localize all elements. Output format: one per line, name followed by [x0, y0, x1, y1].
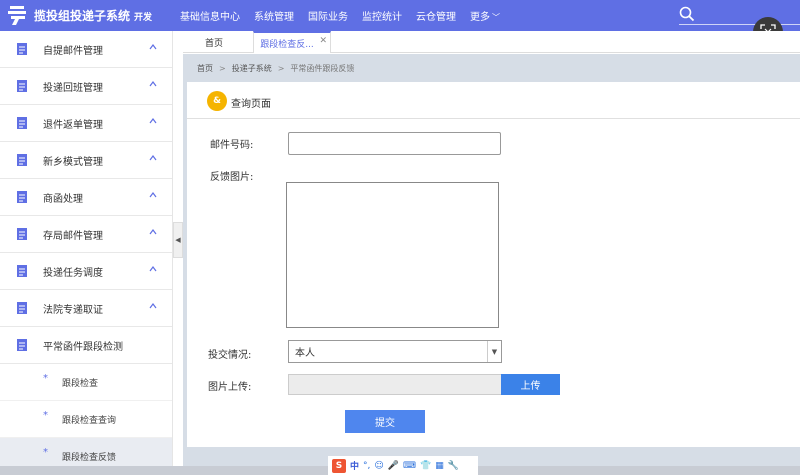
bullet-icon: *: [43, 410, 48, 421]
sidebar-item-xinxiang-mode[interactable]: 新乡模式管理: [0, 142, 172, 179]
upload-button[interactable]: 上传: [501, 374, 560, 395]
sidebar-item-label: 存局邮件管理: [43, 230, 103, 242]
sidebar-collapse-handle[interactable]: ◀: [173, 222, 183, 258]
mail-number-input[interactable]: [288, 132, 501, 155]
query-page-icon: &: [207, 91, 227, 111]
sidebar-subitem-tracking-check[interactable]: * 跟段检查: [0, 364, 172, 401]
dropdown-arrow-icon[interactable]: ▼: [487, 341, 501, 362]
breadcrumb-current: 平常函件跟段反馈: [290, 64, 355, 73]
settings-icon[interactable]: 🔧: [448, 461, 459, 471]
delivery-status-select[interactable]: 本人 ▼: [288, 340, 502, 363]
sidebar-item-label: 平常函件跟段检测: [43, 341, 123, 353]
chevron-up-icon: [149, 192, 157, 198]
ime-toolbar: S 中 °, ☺ 🎤 ⌨ 👕 ▦ 🔧: [328, 456, 478, 475]
chevron-down-icon: ﹀: [492, 13, 500, 22]
menu-item-basic-info[interactable]: 基础信息中心: [180, 8, 240, 23]
sidebar-subitem-label: 跟段检查: [62, 378, 99, 389]
sidebar-item-label: 自提邮件管理: [43, 45, 103, 57]
env-badge: 开发: [134, 13, 153, 23]
sidebar-item-label: 商函处理: [43, 193, 83, 205]
sidebar-item-delivery-return[interactable]: 投递回班管理: [0, 68, 172, 105]
sidebar-item-label: 退件返单管理: [43, 119, 103, 131]
tab-label: 跟段检查反...: [260, 39, 314, 50]
submit-button[interactable]: 提交: [345, 410, 425, 433]
ime-chinese-mode[interactable]: 中: [350, 459, 359, 472]
image-upload-label: 图片上传:: [208, 382, 252, 393]
ime-punctuation[interactable]: °,: [363, 461, 370, 471]
sidebar-item-business-letters[interactable]: 商函处理: [0, 179, 172, 216]
sidebar-item-task-dispatch[interactable]: 投递任务调度: [0, 253, 172, 290]
document-icon: [17, 265, 27, 277]
menu-item-more[interactable]: 更多 ﹀: [470, 8, 500, 23]
toolbox-icon[interactable]: ▦: [435, 461, 444, 471]
query-panel: & 查询页面 邮件号码: 反馈图片: 投交情况: 本人 ▼ 图片上传: 上传 提…: [187, 82, 800, 447]
menu-item-cloud-warehouse[interactable]: 云仓管理: [416, 8, 456, 23]
sidebar-subitem-tracking-query[interactable]: * 跟段检查查询: [0, 401, 172, 438]
sidebar-item-label: 新乡模式管理: [43, 156, 103, 168]
chevron-up-icon: [149, 81, 157, 87]
menu-item-monitor[interactable]: 监控统计: [362, 8, 402, 23]
emoji-icon[interactable]: ☺: [374, 461, 383, 471]
main-content: 首页 > 投递子系统 > 平常函件跟段反馈 & 查询页面 邮件号码: 反馈图片: 投交情…: [183, 54, 800, 475]
chevron-left-icon: ◀: [175, 236, 181, 244]
keyboard-icon[interactable]: ⌨: [403, 461, 416, 471]
chevron-up-icon: [149, 118, 157, 124]
close-icon[interactable]: ✕: [319, 36, 327, 46]
sogou-ime-icon[interactable]: S: [332, 458, 346, 473]
breadcrumb-system[interactable]: 投递子系统: [232, 64, 272, 73]
top-bar: 揽投组投递子系统 开发 基础信息中心 系统管理 国际业务 监控统计 云仓管理 更多…: [0, 0, 800, 31]
tab-home[interactable]: 首页: [183, 31, 245, 53]
document-icon: [17, 80, 27, 92]
sidebar-item-held-mail[interactable]: 存局邮件管理: [0, 216, 172, 253]
sidebar-item-returns[interactable]: 退件返单管理: [0, 105, 172, 142]
menu-item-system[interactable]: 系统管理: [254, 8, 294, 23]
bullet-icon: *: [43, 373, 48, 384]
sidebar-subitem-label: 跟段检查查询: [62, 415, 117, 426]
chevron-up-icon: [149, 44, 157, 50]
document-icon: [17, 191, 27, 203]
sidebar: 自提邮件管理 投递回班管理 退件返单管理 新乡模式管理 商函处理 存局邮件管理 …: [0, 31, 173, 475]
mail-number-label: 邮件号码:: [210, 140, 254, 151]
sidebar-item-label: 投递任务调度: [43, 267, 103, 279]
document-icon: [17, 117, 27, 129]
sidebar-item-court-evidence[interactable]: 法院专递取证: [0, 290, 172, 327]
delivery-status-label: 投交情况:: [208, 350, 252, 361]
skin-icon[interactable]: 👕: [420, 461, 431, 471]
document-icon: [17, 339, 27, 351]
china-post-logo-icon: [8, 6, 26, 25]
sidebar-item-label: 投递回班管理: [43, 82, 103, 94]
breadcrumb-separator: >: [277, 64, 285, 73]
panel-header: & 查询页面: [187, 82, 800, 119]
top-menu: 基础信息中心 系统管理 国际业务 监控统计 云仓管理 更多 ﹀: [180, 0, 514, 31]
panel-title: 查询页面: [231, 99, 271, 110]
chevron-up-icon: [149, 229, 157, 235]
sidebar-item-self-pickup[interactable]: 自提邮件管理: [0, 31, 172, 68]
feedback-image-area[interactable]: [286, 182, 499, 328]
chevron-up-icon: [149, 303, 157, 309]
sidebar-subitem-label: 跟段检查反馈: [62, 452, 117, 463]
search-icon[interactable]: [679, 6, 695, 22]
sidebar-item-label: 法院专递取证: [43, 304, 103, 316]
breadcrumb-home[interactable]: 首页: [197, 64, 213, 73]
document-icon: [17, 154, 27, 166]
document-icon: [17, 228, 27, 240]
tab-bar: 首页 跟段检查反... ✕: [183, 31, 800, 53]
sidebar-item-letter-tracking[interactable]: 平常函件跟段检测: [0, 327, 172, 364]
breadcrumb-separator: >: [219, 64, 226, 73]
chevron-up-icon: [149, 266, 157, 272]
chevron-up-icon: [149, 155, 157, 161]
app-title: 揽投组投递子系统 开发: [34, 9, 153, 23]
feedback-image-label: 反馈图片:: [210, 172, 254, 183]
upload-file-field[interactable]: [288, 374, 502, 395]
menu-item-international[interactable]: 国际业务: [308, 8, 348, 23]
document-icon: [17, 302, 27, 314]
tab-tracking-feedback[interactable]: 跟段检查反... ✕: [253, 31, 331, 53]
breadcrumb: 首页 > 投递子系统 > 平常函件跟段反馈: [197, 63, 354, 74]
search-box[interactable]: [679, 6, 800, 25]
delivery-status-value: 本人: [295, 348, 315, 359]
document-icon: [17, 43, 27, 55]
microphone-icon[interactable]: 🎤: [388, 461, 399, 471]
bullet-icon: *: [43, 447, 48, 458]
